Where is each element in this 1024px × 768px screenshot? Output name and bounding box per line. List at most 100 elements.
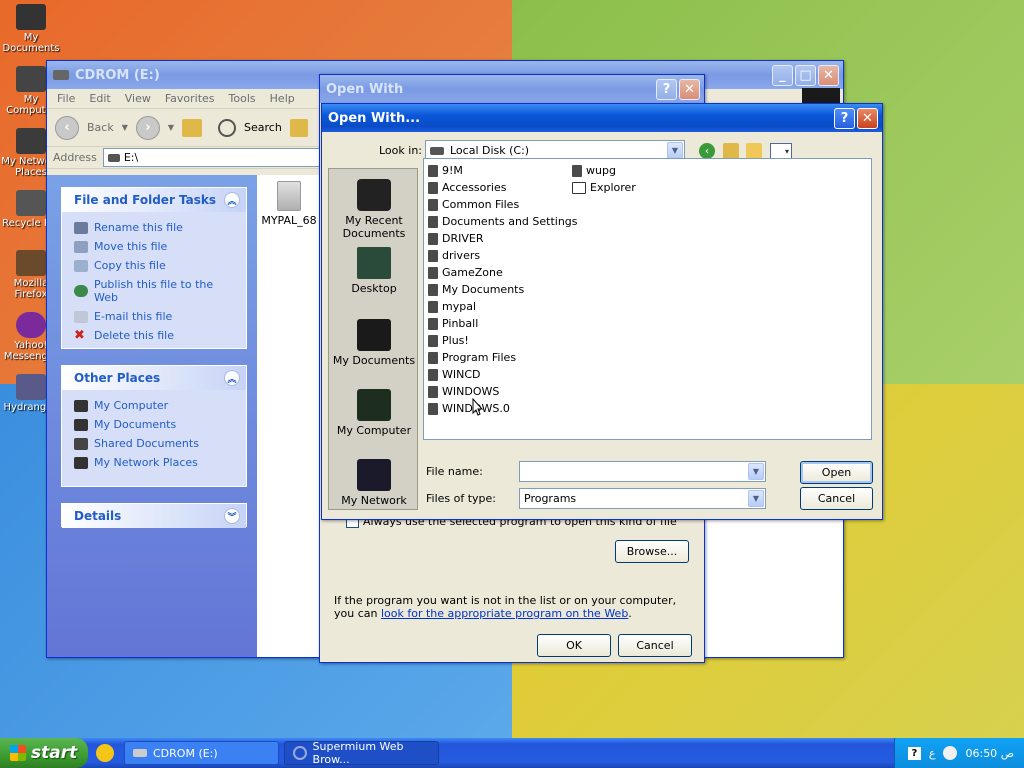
folder-label: My Documents bbox=[442, 283, 525, 296]
place-shared-documents[interactable]: Shared Documents bbox=[62, 434, 246, 453]
task-email[interactable]: E-mail this file bbox=[62, 307, 246, 326]
taskbar-item-browser[interactable]: Supermium Web Brow... bbox=[284, 740, 439, 766]
folder-icon bbox=[428, 198, 438, 211]
folder-list-item[interactable]: Common Files bbox=[428, 196, 519, 213]
other-places-header[interactable]: Other Places ︽ bbox=[62, 366, 246, 390]
folder-list-item[interactable]: My Documents bbox=[428, 281, 524, 298]
messenger-quicklaunch-icon[interactable] bbox=[96, 744, 114, 762]
collapse-icon[interactable]: ︽ bbox=[224, 192, 240, 208]
folders-icon[interactable] bbox=[289, 118, 308, 137]
menu-edit[interactable]: Edit bbox=[89, 92, 110, 105]
file-name-input[interactable]: ▼ bbox=[519, 461, 766, 482]
chevron-down-icon[interactable]: ▼ bbox=[748, 490, 764, 507]
folder-list-item[interactable]: Accessories bbox=[428, 179, 506, 196]
up-folder-icon[interactable] bbox=[723, 143, 739, 159]
help-button[interactable]: ? bbox=[656, 78, 677, 100]
minimize-button[interactable]: _ bbox=[772, 64, 793, 86]
folder-list-item[interactable]: DRIVER bbox=[428, 230, 483, 247]
place-label: My Documents bbox=[94, 418, 177, 431]
place-my-documents[interactable]: My Documents bbox=[329, 319, 419, 367]
place-desktop[interactable]: Desktop bbox=[329, 247, 419, 295]
close-button[interactable]: ✕ bbox=[857, 107, 878, 129]
new-folder-icon[interactable] bbox=[746, 143, 762, 159]
close-button[interactable]: ✕ bbox=[818, 64, 839, 86]
menu-help[interactable]: Help bbox=[270, 92, 295, 105]
language-indicator-icon[interactable]: ع bbox=[929, 747, 936, 760]
place-my-computer[interactable]: My Computer bbox=[62, 396, 246, 415]
task-publish[interactable]: Publish this file to the Web bbox=[62, 275, 246, 307]
menu-view[interactable]: View bbox=[125, 92, 151, 105]
browse-button[interactable]: Browse... bbox=[615, 540, 689, 563]
task-delete[interactable]: ✖ Delete this file bbox=[62, 326, 246, 345]
system-tray: ? ع 06:50 ص bbox=[894, 738, 1024, 768]
folder-list-item[interactable]: WINDOWS.0 bbox=[428, 400, 510, 417]
move-icon bbox=[74, 240, 88, 253]
file-list[interactable]: 9!M Accessories Common Files Documents and … bbox=[423, 158, 872, 440]
expand-icon[interactable]: ︾ bbox=[224, 508, 240, 524]
chevron-down-icon[interactable]: ▼ bbox=[122, 123, 128, 132]
taskbar-item-cdrom[interactable]: CDROM (E:) bbox=[124, 741, 279, 765]
back-label[interactable]: Back bbox=[87, 121, 114, 134]
chevron-down-icon[interactable]: ▼ bbox=[168, 123, 174, 132]
up-folder-icon[interactable] bbox=[182, 118, 203, 137]
start-button[interactable]: start bbox=[0, 738, 88, 768]
folder-label: WINDOWS bbox=[442, 385, 500, 398]
back-arrow-icon[interactable]: ‹ bbox=[699, 143, 715, 159]
task-rename[interactable]: Rename this file bbox=[62, 218, 246, 237]
place-my-network-places[interactable]: My Network Places bbox=[62, 453, 246, 472]
folder-list-item[interactable]: GameZone bbox=[428, 264, 503, 281]
look-for-program-link[interactable]: look for the appropriate program on the … bbox=[381, 607, 628, 620]
open-button[interactable]: Open bbox=[800, 461, 873, 484]
email-icon bbox=[74, 310, 88, 323]
folder-list-item[interactable]: Pinball bbox=[428, 315, 478, 332]
place-my-computer[interactable]: My Computer bbox=[329, 389, 419, 437]
cancel-button[interactable]: Cancel bbox=[618, 634, 692, 657]
search-label[interactable]: Search bbox=[244, 121, 282, 134]
menu-favorites[interactable]: Favorites bbox=[165, 92, 215, 105]
folder-label: Documents and Settings bbox=[442, 215, 578, 228]
folder-list-item[interactable]: WINCD bbox=[428, 366, 481, 383]
folder-list-item[interactable]: Plus! bbox=[428, 332, 469, 349]
file-dialog-titlebar[interactable]: Open With... ? ✕ bbox=[322, 104, 882, 132]
help-icon[interactable]: ? bbox=[907, 746, 921, 760]
file-item[interactable]: MYPAL_68 bbox=[261, 181, 317, 227]
place-recent-documents[interactable]: My Recent Documents bbox=[329, 179, 419, 240]
chevron-down-icon[interactable]: ▼ bbox=[667, 142, 683, 159]
folder-list-item[interactable]: drivers bbox=[428, 247, 480, 264]
help-button[interactable]: ? bbox=[834, 107, 855, 129]
files-of-type-dropdown[interactable]: Programs ▼ bbox=[519, 488, 766, 509]
folder-label: Common Files bbox=[442, 198, 520, 211]
menu-tools[interactable]: Tools bbox=[229, 92, 256, 105]
folder-list-item[interactable]: mypal bbox=[428, 298, 476, 315]
menu-file[interactable]: File bbox=[57, 92, 75, 105]
ok-button[interactable]: OK bbox=[537, 634, 611, 657]
folder-label: Program Files bbox=[442, 351, 517, 364]
files-of-type-value: Programs bbox=[524, 492, 577, 505]
file-folder-tasks-header[interactable]: File and Folder Tasks ︽ bbox=[62, 188, 246, 212]
search-icon[interactable] bbox=[218, 118, 237, 137]
folder-list-item[interactable]: 9!M bbox=[428, 162, 463, 179]
chevron-down-icon[interactable]: ▼ bbox=[748, 463, 764, 480]
view-menu-icon[interactable]: ▾ bbox=[770, 143, 792, 159]
place-label: Shared Documents bbox=[94, 437, 199, 450]
open-with-titlebar[interactable]: Open With ? ✕ bbox=[320, 75, 704, 103]
folder-icon bbox=[428, 266, 438, 279]
folder-list-item[interactable]: WINDOWS bbox=[428, 383, 499, 400]
details-header[interactable]: Details ︾ bbox=[62, 504, 246, 528]
collapse-icon[interactable]: ︽ bbox=[224, 370, 240, 386]
maximize-button[interactable]: □ bbox=[795, 64, 816, 86]
place-my-documents[interactable]: My Documents bbox=[62, 415, 246, 434]
place-my-network[interactable]: My Network bbox=[329, 459, 419, 507]
cancel-button[interactable]: Cancel bbox=[800, 487, 873, 510]
program-list-item[interactable]: Explorer bbox=[572, 179, 636, 196]
forward-arrow-icon[interactable]: › bbox=[135, 115, 160, 140]
messenger-tray-icon[interactable] bbox=[943, 746, 958, 760]
close-button[interactable]: ✕ bbox=[679, 78, 700, 100]
desktop-icon-my-documents[interactable]: My Documents bbox=[0, 4, 62, 54]
folder-list-item[interactable]: Documents and Settings bbox=[428, 213, 578, 230]
folder-list-item[interactable]: wupg bbox=[572, 162, 616, 179]
folder-list-item[interactable]: Program Files bbox=[428, 349, 516, 366]
task-move[interactable]: Move this file bbox=[62, 237, 246, 256]
back-arrow-icon[interactable]: ‹ bbox=[55, 115, 79, 140]
task-copy[interactable]: Copy this file bbox=[62, 256, 246, 275]
